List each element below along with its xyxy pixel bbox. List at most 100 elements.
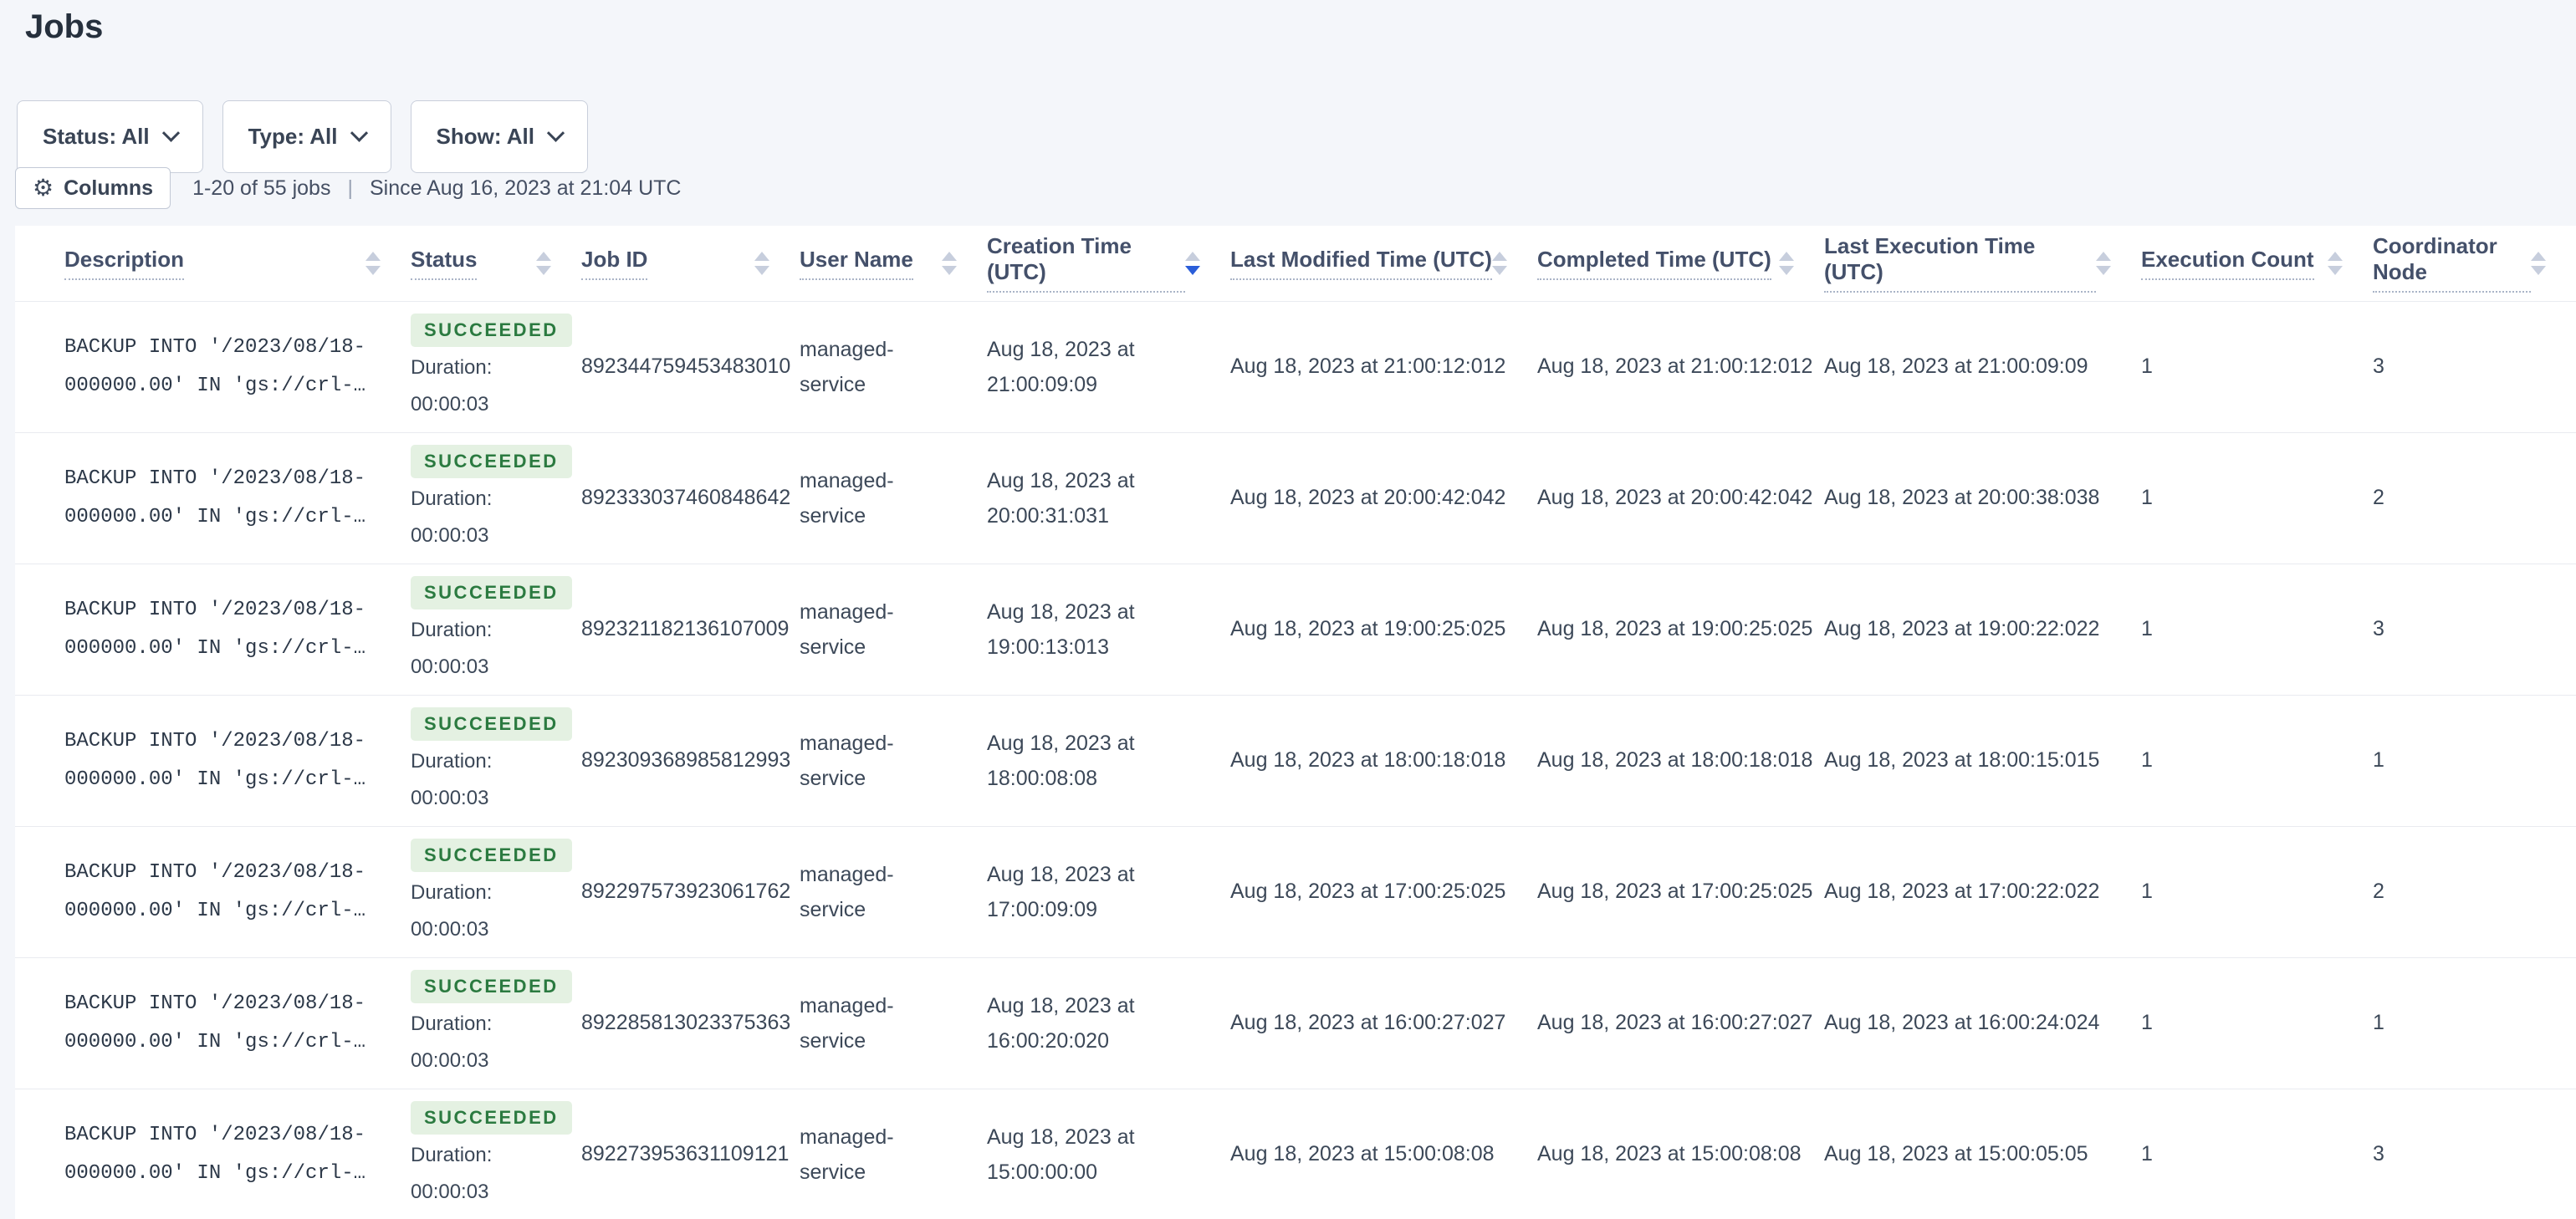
table-row: BACKUP INTO '/2023/08/18-000000.00' IN '… [15, 301, 2576, 433]
user-name-value: managed-service [800, 862, 894, 921]
coordinator-node-cell: 1 [2373, 695, 2576, 827]
user-name-cell: managed-service [800, 695, 987, 827]
completed-time-value: Aug 18, 2023 at 17:00:25:025 [1537, 880, 1813, 903]
column-header-last-modified-time-utc[interactable]: Last Modified Time (UTC) [1230, 226, 1537, 302]
last-modified-time-cell: Aug 18, 2023 at 15:00:08:08 [1230, 1089, 1537, 1219]
user-name-cell: managed-service [800, 826, 987, 958]
description-cell: BACKUP INTO '/2023/08/18-000000.00' IN '… [64, 432, 411, 564]
creation-time-cell: Aug 18, 2023 at 15:00:00:00 [987, 1089, 1230, 1219]
chevron-down-icon [161, 124, 180, 142]
status-badge: SUCCEEDED [411, 313, 572, 347]
job-id-value: 892321182136107009 [581, 617, 790, 640]
coordinator-node-value: 3 [2373, 617, 2384, 640]
row-left-pad [15, 957, 64, 1089]
duration-value: 00:00:03 [411, 392, 489, 416]
description-cell: BACKUP INTO '/2023/08/18-000000.00' IN '… [64, 564, 411, 696]
job-id-cell: 892321182136107009 [581, 564, 800, 696]
completed-time-cell: Aug 18, 2023 at 17:00:25:025 [1537, 826, 1824, 958]
duration-value: 00:00:03 [411, 1048, 489, 1072]
last-modified-time-value: Aug 18, 2023 at 18:00:18:018 [1230, 748, 1506, 772]
execution-count-value: 1 [2141, 748, 2153, 772]
job-description-link[interactable]: BACKUP INTO '/2023/08/18-000000.00' IN '… [64, 985, 372, 1062]
column-header-label: User Name [800, 247, 913, 280]
column-header-completed-time-utc[interactable]: Completed Time (UTC) [1537, 226, 1824, 302]
user-name-cell: managed-service [800, 957, 987, 1089]
column-header-last-execution-time-utc[interactable]: Last Execution Time (UTC) [1824, 226, 2141, 302]
chevron-down-icon [350, 124, 368, 142]
execution-count-value: 1 [2141, 354, 2153, 378]
columns-button[interactable]: ⚙ Columns [15, 167, 171, 209]
creation-time-value: Aug 18, 2023 at 16:00:20:020 [987, 993, 1135, 1053]
status-filter-dropdown[interactable]: Status: All [17, 100, 203, 173]
columns-button-label: Columns [64, 176, 154, 200]
column-header-label: Completed Time (UTC) [1537, 247, 1771, 280]
job-description-link[interactable]: BACKUP INTO '/2023/08/18-000000.00' IN '… [64, 329, 372, 405]
status-badge: SUCCEEDED [411, 444, 572, 478]
table-header-row: Description Status Job ID User Name Crea… [15, 226, 2576, 302]
last-execution-time-cell: Aug 18, 2023 at 19:00:22:022 [1824, 564, 2141, 696]
row-left-pad [15, 1089, 64, 1219]
execution-count-cell: 1 [2141, 432, 2373, 564]
sort-arrows-icon [1185, 251, 1200, 275]
creation-time-value: Aug 18, 2023 at 21:00:09:09 [987, 337, 1135, 396]
completed-time-cell: Aug 18, 2023 at 16:00:27:027 [1537, 957, 1824, 1089]
duration-label: Duration: [411, 355, 493, 379]
column-header-label: Last Execution Time (UTC) [1824, 233, 2096, 293]
status-badge: SUCCEEDED [411, 969, 572, 1003]
column-header-user-name[interactable]: User Name [800, 226, 987, 302]
chevron-down-icon [546, 124, 565, 142]
row-left-pad [15, 564, 64, 696]
job-id-value: 892285813023375363 [581, 1011, 791, 1034]
column-header-coordinator-node[interactable]: Coordinator Node [2373, 226, 2576, 302]
column-header-status[interactable]: Status [411, 226, 581, 302]
duration-value: 00:00:03 [411, 917, 489, 941]
show-filter-dropdown[interactable]: Show: All [410, 100, 588, 173]
coordinator-node-cell: 3 [2373, 301, 2576, 433]
status-cell: SUCCEEDED Duration: 00:00:03 [411, 301, 581, 433]
creation-time-value: Aug 18, 2023 at 15:00:00:00 [987, 1125, 1135, 1184]
execution-count-cell: 1 [2141, 564, 2373, 696]
job-id-cell: 892273953631109121 [581, 1089, 800, 1219]
last-execution-time-value: Aug 18, 2023 at 15:00:05:05 [1824, 1142, 2088, 1166]
job-description-link[interactable]: BACKUP INTO '/2023/08/18-000000.00' IN '… [64, 460, 372, 537]
last-modified-time-value: Aug 18, 2023 at 20:00:42:042 [1230, 486, 1506, 509]
last-modified-time-value: Aug 18, 2023 at 21:00:12:012 [1230, 354, 1506, 378]
user-name-value: managed-service [800, 1125, 894, 1184]
job-description-link[interactable]: BACKUP INTO '/2023/08/18-000000.00' IN '… [64, 1116, 372, 1193]
completed-time-cell: Aug 18, 2023 at 21:00:12:012 [1537, 301, 1824, 433]
creation-time-value: Aug 18, 2023 at 20:00:31:031 [987, 468, 1135, 528]
description-cell: BACKUP INTO '/2023/08/18-000000.00' IN '… [64, 826, 411, 958]
last-modified-time-cell: Aug 18, 2023 at 18:00:18:018 [1230, 695, 1537, 827]
table-row: BACKUP INTO '/2023/08/18-000000.00' IN '… [15, 1089, 2576, 1219]
job-id-value: 892333037460848642 [581, 486, 791, 509]
duration-label: Duration: [411, 1012, 493, 1035]
last-execution-time-cell: Aug 18, 2023 at 15:00:05:05 [1824, 1089, 2141, 1219]
completed-time-value: Aug 18, 2023 at 15:00:08:08 [1537, 1142, 1802, 1166]
gear-icon: ⚙ [33, 174, 54, 201]
column-header-execution-count[interactable]: Execution Count [2141, 226, 2373, 302]
job-description-link[interactable]: BACKUP INTO '/2023/08/18-000000.00' IN '… [64, 854, 372, 931]
duration-label: Duration: [411, 1143, 493, 1166]
job-description-link[interactable]: BACKUP INTO '/2023/08/18-000000.00' IN '… [64, 722, 372, 799]
execution-count-value: 1 [2141, 1142, 2153, 1166]
user-name-value: managed-service [800, 599, 894, 659]
duration-label: Duration: [411, 880, 493, 904]
creation-time-cell: Aug 18, 2023 at 17:00:09:09 [987, 826, 1230, 958]
duration-label: Duration: [411, 749, 493, 773]
column-header-creation-time-utc[interactable]: Creation Time (UTC) [987, 226, 1230, 302]
column-header-job-id[interactable]: Job ID [581, 226, 800, 302]
last-execution-time-cell: Aug 18, 2023 at 20:00:38:038 [1824, 432, 2141, 564]
execution-count-value: 1 [2141, 617, 2153, 640]
job-id-value: 892273953631109121 [581, 1142, 790, 1166]
column-header-description[interactable]: Description [64, 226, 411, 302]
job-description-link[interactable]: BACKUP INTO '/2023/08/18-000000.00' IN '… [64, 591, 372, 668]
status-cell: SUCCEEDED Duration: 00:00:03 [411, 1089, 581, 1219]
coordinator-node-cell: 2 [2373, 826, 2576, 958]
last-execution-time-cell: Aug 18, 2023 at 17:00:22:022 [1824, 826, 2141, 958]
description-cell: BACKUP INTO '/2023/08/18-000000.00' IN '… [64, 1089, 411, 1219]
last-execution-time-value: Aug 18, 2023 at 21:00:09:09 [1824, 354, 2088, 378]
column-header-label: Job ID [581, 247, 648, 280]
sort-arrows-icon [536, 251, 551, 275]
type-filter-dropdown[interactable]: Type: All [222, 100, 391, 173]
last-modified-time-cell: Aug 18, 2023 at 17:00:25:025 [1230, 826, 1537, 958]
